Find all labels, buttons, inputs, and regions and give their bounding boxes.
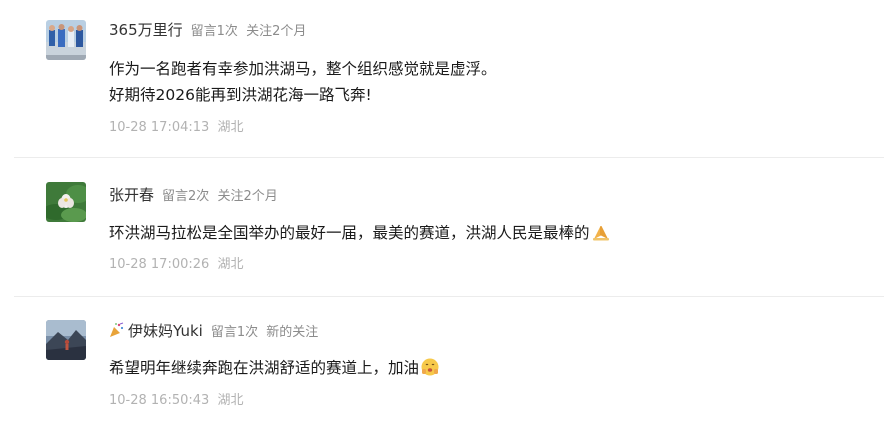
comment-meta: 10-28 16:50:43 湖北: [109, 389, 243, 408]
location: 湖北: [217, 120, 244, 135]
nickname-text: 伊妹妈Yuki: [128, 322, 203, 340]
cheering-face-emoji-icon: [420, 357, 440, 385]
comment-line: 好期待2026能再到洪湖花海一路飞奔!: [109, 86, 372, 104]
avatar[interactable]: [46, 182, 86, 222]
timestamp: 10-28 17:00:26: [109, 257, 210, 272]
comment-meta: 10-28 17:00:26 湖北: [109, 253, 243, 272]
nickname[interactable]: 365万里行: [109, 19, 183, 40]
location: 湖北: [217, 257, 244, 272]
avatar[interactable]: [46, 20, 86, 60]
follow-duration: 新的关注: [266, 325, 319, 340]
lotus-photo-icon: [46, 182, 86, 222]
message-count: 留言1次: [210, 325, 259, 340]
comment-header: 张开春 留言2次 关注2个月: [109, 184, 278, 206]
comment-text: 环洪湖马拉松是全国举办的最好一届，最美的赛道，洪湖人民是最棒的: [109, 220, 611, 250]
follow-duration: 关注2个月: [246, 24, 307, 39]
comment-header: 365万里行 留言1次 关注2个月: [109, 19, 306, 41]
user-stats: 留言1次 关注2个月: [191, 20, 307, 39]
comment-line: 作为一名跑者有幸参加洪湖马，整个组织感觉就是虚浮。: [109, 60, 497, 78]
timestamp: 10-28 17:04:13: [109, 120, 210, 135]
comment-text: 作为一名跑者有幸参加洪湖马，整个组织感觉就是虚浮。 好期待2026能再到洪湖花海…: [109, 56, 497, 108]
message-count: 留言2次: [162, 189, 210, 204]
message-count: 留言1次: [190, 24, 238, 39]
timestamp: 10-28 16:50:43: [109, 393, 210, 408]
comment-line: 环洪湖马拉松是全国举办的最好一届，最美的赛道，洪湖人民是最棒的: [109, 224, 590, 242]
nickname[interactable]: 伊妹妈Yuki: [109, 320, 203, 342]
runners-photo-icon: [46, 20, 86, 60]
landscape-photo-icon: [46, 320, 86, 360]
comment-item: 伊妹妈Yuki 留言1次 新的关注 希望明年继续奔跑在洪湖舒适的赛道上，加油 1…: [0, 297, 884, 426]
location: 湖北: [217, 393, 244, 408]
comment-item: 365万里行 留言1次 关注2个月 作为一名跑者有幸参加洪湖马，整个组织感觉就是…: [0, 0, 884, 157]
comment-text: 希望明年继续奔跑在洪湖舒适的赛道上，加油: [109, 355, 440, 385]
user-stats: 留言2次 关注2个月: [162, 185, 278, 204]
party-popper-icon: [109, 322, 125, 342]
avatar[interactable]: [46, 320, 86, 360]
comment-line: 希望明年继续奔跑在洪湖舒适的赛道上，加油: [109, 359, 420, 377]
praying-hands-emoji-icon: [591, 222, 611, 250]
comment-item: 张开春 留言2次 关注2个月 环洪湖马拉松是全国举办的最好一届，最美的赛道，洪湖…: [0, 158, 884, 296]
comment-header: 伊妹妈Yuki 留言1次 新的关注: [109, 320, 318, 342]
user-stats: 留言1次 新的关注: [211, 321, 318, 340]
comment-meta: 10-28 17:04:13 湖北: [109, 116, 243, 135]
nickname[interactable]: 张开春: [109, 184, 154, 205]
follow-duration: 关注2个月: [217, 189, 278, 204]
